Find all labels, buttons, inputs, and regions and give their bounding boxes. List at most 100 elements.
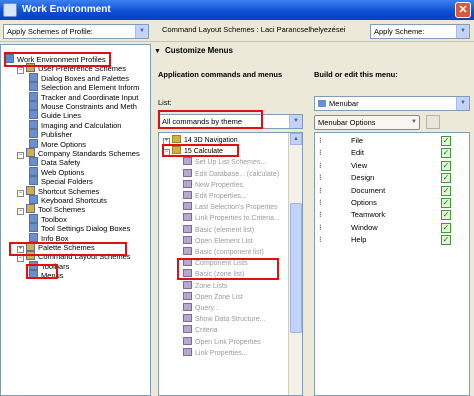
enabled-check-icon[interactable]: ✓ <box>441 160 451 171</box>
drag-handle-icon[interactable]: ⁝ <box>319 222 322 234</box>
command-item[interactable]: Open Element List <box>183 235 253 246</box>
tree-item-label: Menus <box>41 271 64 281</box>
expander-icon[interactable]: − <box>17 208 24 216</box>
command-item[interactable]: Open Zone List <box>183 291 243 302</box>
scheme-tree[interactable]: Work Environment Profiles − User Preferenc… <box>0 44 151 396</box>
command-item[interactable]: Criteria <box>183 325 218 335</box>
command-item[interactable]: Open Link Properties <box>183 336 261 347</box>
scheme-folder-icon <box>26 63 35 73</box>
chevron-down-icon: ▼ <box>456 25 469 38</box>
close-button[interactable]: ✕ <box>455 2 471 18</box>
command-item[interactable]: Basic (component list) <box>183 247 264 257</box>
customize-menus-header[interactable]: ▼ Customize Menus <box>154 46 233 55</box>
apply-scheme-label: Apply Scheme: <box>374 27 425 36</box>
command-label: Set Up List Schemes... <box>195 159 267 167</box>
drag-handle-icon[interactable]: ⁝ <box>319 185 322 197</box>
command-item[interactable]: Query... <box>183 303 219 313</box>
command-icon <box>183 258 192 267</box>
enabled-check-icon[interactable]: ✓ <box>441 148 451 159</box>
enabled-check-icon[interactable]: ✓ <box>441 210 451 221</box>
scroll-up-icon[interactable]: ▲ <box>290 133 302 145</box>
command-icon <box>183 224 192 233</box>
command-icon <box>183 213 192 222</box>
command-item[interactable]: − 15 Calculate <box>163 146 223 157</box>
apply-profile-dropdown[interactable]: Apply Schemes of Profile: ▼ <box>3 24 149 39</box>
command-item[interactable]: New Properties <box>183 179 243 190</box>
menu-item[interactable]: ⁝ Help ✓ <box>319 234 451 246</box>
drag-handle-icon[interactable]: ⁝ <box>319 160 322 172</box>
menu-item-label: View <box>351 160 368 170</box>
scroll-thumb[interactable] <box>290 203 302 333</box>
delete-icon[interactable] <box>426 115 440 129</box>
menu-item[interactable]: ⁝ Edit ✓ <box>319 147 451 159</box>
commands-scrollbar[interactable]: ▲ <box>288 133 302 395</box>
command-item[interactable]: Zone Lists <box>183 280 227 291</box>
drag-handle-icon[interactable]: ⁝ <box>319 135 322 147</box>
expander-icon[interactable]: − <box>163 149 170 157</box>
menu-item[interactable]: ⁝ Options ✓ <box>319 197 451 209</box>
build-menu-title: Build or edit this menu: <box>314 70 398 79</box>
menu-item[interactable]: ⁝ Teamwork ✓ <box>319 209 451 221</box>
collapse-icon: ▼ <box>154 48 161 55</box>
theme-folder-icon <box>172 146 181 155</box>
enabled-check-icon[interactable]: ✓ <box>441 136 451 146</box>
drag-handle-icon[interactable]: ⁝ <box>319 209 322 221</box>
commands-list[interactable]: ▲ +14 3D Navigation − 15 Calculate Set Up L… <box>158 132 303 396</box>
settings-page-icon <box>29 195 38 204</box>
drag-handle-icon[interactable]: ⁝ <box>319 172 322 184</box>
command-item[interactable]: Link Properties to Criteria... <box>183 213 280 223</box>
settings-page-icon <box>29 166 38 176</box>
command-icon <box>183 291 192 300</box>
drag-handle-icon[interactable]: ⁝ <box>319 234 322 246</box>
command-label: Query... <box>195 305 220 312</box>
command-item[interactable]: Show Data Structure... <box>183 314 265 324</box>
menu-item[interactable]: ⁝ File ✓ <box>319 135 451 147</box>
settings-page-icon <box>29 91 38 101</box>
drag-handle-icon[interactable]: ⁝ <box>319 147 322 159</box>
command-item[interactable]: Basic (zone list) <box>183 269 244 279</box>
command-item[interactable]: Edit Database... (calculate) <box>183 168 279 179</box>
command-label: Basic (zone list) <box>195 271 245 279</box>
enabled-check-icon[interactable]: ✓ <box>441 235 451 246</box>
profiles-icon <box>5 54 14 63</box>
enabled-check-icon[interactable]: ✓ <box>441 173 451 184</box>
expander-icon[interactable]: − <box>17 189 24 197</box>
enabled-check-icon[interactable]: ✓ <box>441 185 451 196</box>
menu-item[interactable]: ⁝ Window ✓ <box>319 222 451 234</box>
command-item[interactable]: Basic (element list) <box>183 224 254 235</box>
tree-item[interactable]: Menus <box>29 270 64 281</box>
customize-menus-title: Customize Menus <box>164 46 233 55</box>
expander-icon[interactable]: − <box>17 255 24 263</box>
menu-item[interactable]: ⁝ Document ✓ <box>319 185 451 197</box>
settings-page-icon <box>29 110 38 120</box>
command-item[interactable]: Link Properties... <box>183 347 248 358</box>
list-filter-dropdown[interactable]: All commands by theme ▼ <box>158 114 303 129</box>
menu-item[interactable]: ⁝ View ✓ <box>319 160 451 172</box>
enabled-check-icon[interactable]: ✓ <box>441 198 451 208</box>
command-icon <box>183 235 192 244</box>
command-item[interactable]: Set Up List Schemes... <box>183 157 266 167</box>
command-item[interactable]: +14 3D Navigation <box>163 135 238 145</box>
settings-page-icon <box>29 176 38 186</box>
command-icon <box>183 157 192 166</box>
menubar-options-button[interactable]: Menubar Options ▼ <box>314 115 420 130</box>
expander-icon[interactable]: − <box>17 152 24 159</box>
command-item[interactable]: Component Lists <box>183 258 248 268</box>
drag-handle-icon[interactable]: ⁝ <box>319 197 322 209</box>
settings-page-icon <box>29 232 38 242</box>
expander-icon[interactable]: + <box>163 138 170 145</box>
command-icon <box>183 247 192 255</box>
command-icon <box>183 325 192 334</box>
enabled-check-icon[interactable]: ✓ <box>441 222 451 233</box>
settings-page-icon <box>29 260 38 270</box>
expander-icon[interactable]: − <box>17 67 24 75</box>
menu-select-dropdown[interactable]: Menubar ▼ <box>314 96 470 111</box>
menu-select-value: Menubar <box>329 99 359 108</box>
menu-item[interactable]: ⁝ Design ✓ <box>319 172 451 184</box>
command-item[interactable]: Last Selection's Properties <box>183 202 278 212</box>
command-item[interactable]: Edit Properties... <box>183 191 247 201</box>
menu-structure-list[interactable]: ⁝ File ✓ ⁝ Edit ✓ ⁝ View ✓ ⁝ Design ✓ ⁝ Document ✓ ⁝ Opt… <box>314 132 470 396</box>
apply-scheme-dropdown[interactable]: Apply Scheme: ▼ <box>370 24 470 39</box>
command-label: Open Link Properties <box>195 338 261 346</box>
command-icon <box>183 314 192 323</box>
